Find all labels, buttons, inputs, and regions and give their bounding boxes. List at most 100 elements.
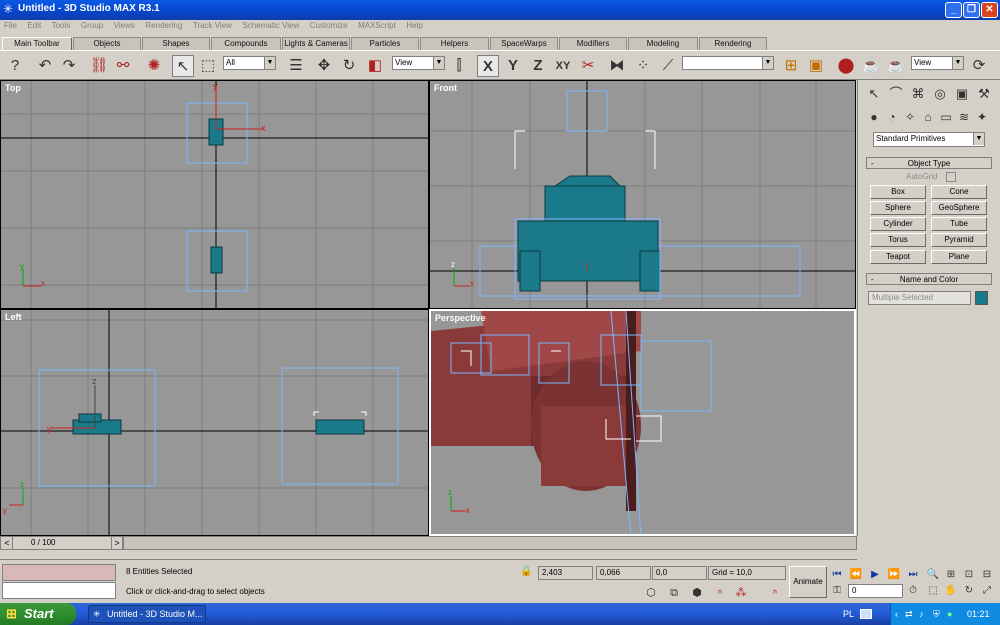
viewport-front[interactable]: z x Front (429, 80, 856, 309)
menu-help[interactable]: Help (402, 20, 426, 30)
track-view-icon[interactable]: ⊞ (780, 55, 802, 77)
speaker-icon[interactable]: ♪ (919, 603, 924, 625)
taskbar-item-3dsmax[interactable]: ✳ Untitled - 3D Studio M... (88, 605, 206, 623)
play-icon[interactable]: ▶ (866, 564, 884, 586)
lock-selection-icon[interactable]: 🔒 (520, 566, 532, 577)
menu-edit[interactable]: Edit (23, 20, 45, 30)
selection-filter-dropdown[interactable]: All ▼ (223, 56, 276, 70)
modify-tab-icon[interactable]: ⌒ (885, 83, 907, 105)
z-coordinate[interactable]: 0,0 (652, 566, 707, 580)
antivirus-icon[interactable]: ● (947, 603, 952, 625)
menu-track-view[interactable]: Track View (189, 20, 236, 30)
utilities-tab-icon[interactable]: ⚒ (973, 83, 995, 105)
tab-modeling[interactable]: Modeling (628, 37, 698, 50)
render-scene-icon[interactable]: ☕ (860, 55, 882, 77)
scale-icon[interactable]: ◧ (364, 55, 386, 77)
restrict-y-button[interactable]: Y (502, 55, 524, 77)
viewport-perspective[interactable]: z x Perspective (429, 309, 856, 536)
menu-file[interactable]: File (0, 20, 21, 30)
restrict-xy-button[interactable]: XY (552, 55, 574, 77)
viewport-left[interactable]: z y z y Left (0, 309, 429, 536)
language-indicator[interactable]: PL (843, 603, 854, 625)
name-color-rollout[interactable]: - Name and Color (866, 273, 992, 285)
viewport-label-perspective[interactable]: Perspective (435, 313, 486, 323)
tab-helpers[interactable]: Helpers (420, 37, 489, 50)
current-frame-field[interactable]: 0 (848, 584, 903, 598)
maxscript-listener-pink[interactable] (2, 564, 116, 581)
track-bar[interactable] (123, 536, 857, 550)
percent-snap-icon[interactable]: ⁿ (709, 582, 731, 604)
render-type-dropdown[interactable]: View ▼ (911, 56, 964, 70)
region-zoom-icon[interactable]: ⬚ (924, 580, 942, 602)
schematic-view-icon[interactable]: ▣ (805, 55, 827, 77)
plane-button[interactable]: Plane (931, 250, 987, 264)
object-type-rollout[interactable]: - Object Type (866, 157, 992, 169)
region-select-icon[interactable]: ⬚ (197, 55, 219, 77)
menu-rendering[interactable]: Rendering (141, 20, 186, 30)
rotate-icon[interactable]: ↻ (338, 55, 360, 77)
y-coordinate[interactable]: 0,066 (596, 566, 651, 580)
unlink-icon[interactable]: ⚯ (112, 55, 134, 77)
tube-button[interactable]: Tube (931, 217, 987, 231)
degradation-override-icon[interactable]: ⬡ (640, 582, 662, 604)
tab-main-toolbar[interactable]: Main Toolbar (2, 37, 72, 50)
arc-rotate-icon[interactable]: ↻ (960, 580, 978, 602)
object-name-field[interactable]: Multiple Selected (868, 291, 971, 305)
x-coordinate[interactable]: 2,403 (538, 566, 593, 580)
key-mode-icon[interactable]: ⚿ (828, 580, 846, 602)
reference-coordinate-dropdown[interactable]: View ▼ (392, 56, 445, 70)
torus-button[interactable]: Torus (870, 233, 926, 247)
clock[interactable]: 01:21 (967, 603, 990, 625)
angle-snap-icon[interactable]: ⬢ (686, 582, 708, 604)
geosphere-button[interactable]: GeoSphere (931, 201, 987, 215)
cone-button[interactable]: Cone (931, 185, 987, 199)
motion-tab-icon[interactable]: ◎ (929, 83, 951, 105)
animate-button[interactable]: Animate (789, 566, 827, 598)
menu-maxscript[interactable]: MAXScript (354, 20, 400, 30)
help-icon[interactable]: ? (4, 55, 26, 77)
viewport-label-front[interactable]: Front (434, 83, 457, 93)
link-icon[interactable]: ⛓ (88, 55, 110, 77)
maxscript-listener-white[interactable] (2, 582, 116, 599)
tab-spacewarps[interactable]: SpaceWarps (490, 37, 558, 50)
move-icon[interactable]: ✥ (313, 55, 335, 77)
named-selection-dropdown[interactable]: ▼ (682, 56, 774, 70)
autogrid-checkbox[interactable] (946, 172, 956, 182)
tab-objects[interactable]: Objects (73, 37, 141, 50)
tab-lights-cameras[interactable]: Lights & Cameras (282, 37, 350, 50)
create-tab-icon[interactable]: ↖ (863, 83, 885, 105)
security-icon[interactable]: ⛨ (933, 603, 940, 625)
menu-customize[interactable]: Customize (306, 20, 352, 30)
keyboard-icon[interactable] (860, 609, 872, 619)
viewport-top[interactable]: y x y x Top (0, 80, 429, 309)
box-button[interactable]: Box (870, 185, 926, 199)
tab-compounds[interactable]: Compounds (211, 37, 281, 50)
hierarchy-tab-icon[interactable]: ⌘ (907, 83, 929, 105)
maximize-viewport-icon[interactable]: ⤢ (978, 580, 996, 602)
network-icon[interactable]: ⇄ (905, 603, 913, 625)
tray-arrow-icon[interactable]: ‹ (895, 603, 898, 625)
snap-toggle-icon[interactable]: ⧉ (663, 582, 685, 604)
redo-icon[interactable]: ↷ (58, 55, 80, 77)
category-dropdown[interactable]: Standard Primitives ▼ (873, 132, 985, 147)
quick-render-icon[interactable]: ☕ (885, 55, 907, 77)
sphere-button[interactable]: Sphere (870, 201, 926, 215)
undo-icon[interactable]: ↶ (34, 55, 56, 77)
array-icon[interactable]: ⁘ (632, 55, 654, 77)
close-button[interactable]: ✕ (981, 2, 998, 18)
restrict-z-button[interactable]: Z (527, 55, 549, 77)
viewport-label-left[interactable]: Left (5, 312, 22, 322)
select-by-name-icon[interactable]: ☰ (285, 55, 307, 77)
bind-spacewarp-icon[interactable]: ✺ (143, 55, 165, 77)
systems-icon[interactable]: ✦ (971, 106, 993, 128)
tab-modifiers[interactable]: Modifiers (559, 37, 627, 50)
teapot-button[interactable]: Teapot (870, 250, 926, 264)
previous-frame-icon[interactable]: ⏪ (847, 564, 865, 586)
spinner-snap-icon[interactable]: ⁂ (730, 582, 752, 604)
menu-views[interactable]: Views (110, 20, 139, 30)
pan-icon[interactable]: ✋ (942, 580, 960, 602)
inverse-kinematics-icon[interactable]: ✂ (577, 55, 599, 77)
time-config-icon[interactable]: ⏱ (904, 580, 922, 602)
time-slider[interactable]: < 0 / 100 > (0, 536, 123, 550)
menu-schematic-view[interactable]: Schematic View (238, 20, 303, 30)
